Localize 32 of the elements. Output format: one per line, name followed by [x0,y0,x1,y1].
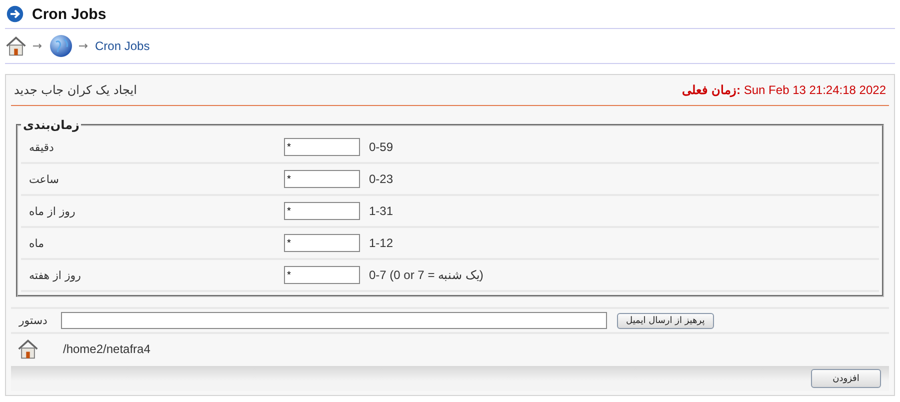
input-field[interactable]: * [284,234,360,252]
no-email-button[interactable]: پرهیز از ارسال ایمیل [617,312,714,328]
range-hint: 1-12 [368,236,394,250]
input-field[interactable]: * [284,266,360,284]
arrow-circle-icon [6,5,24,23]
command-field[interactable] [61,312,607,329]
home-icon[interactable] [5,35,27,57]
input-field[interactable]: * [284,170,360,188]
range-hint: 0-7 (0 or 7 = یک شنبه) [368,268,484,282]
command-label: دستور [19,314,48,327]
range-hint: 0-59 [368,140,394,154]
field-label: روز از ماه [29,204,76,218]
range-hint: 0-23 [368,172,394,186]
clock-label: زمان فعلی: [682,83,741,97]
breadcrumb-link[interactable]: Cron Jobs [95,39,150,53]
add-button[interactable]: افزودن [811,369,881,388]
arrow-icon [79,43,89,49]
globe-icon[interactable] [49,34,73,58]
field-label: ساعت [29,172,60,186]
home-path: /home2/netafra4 [63,342,150,356]
range-hint: 1-31 [368,204,394,218]
field-label: دقیقه [29,140,55,154]
input-field[interactable]: * [284,202,360,220]
home-icon [17,338,39,360]
arrow-icon [33,43,43,49]
clock-value: Sun Feb 13 21:24:18 2022 [744,83,886,97]
panel-title: ایجاد یک کران جاب جدید [14,83,137,97]
field-label: روز از هفته [29,268,82,282]
schedule-legend: زمان‌بندی [21,118,82,132]
input-field[interactable]: * [284,138,360,156]
page-title: Cron Jobs [32,6,106,22]
field-label: ماه [29,236,46,250]
